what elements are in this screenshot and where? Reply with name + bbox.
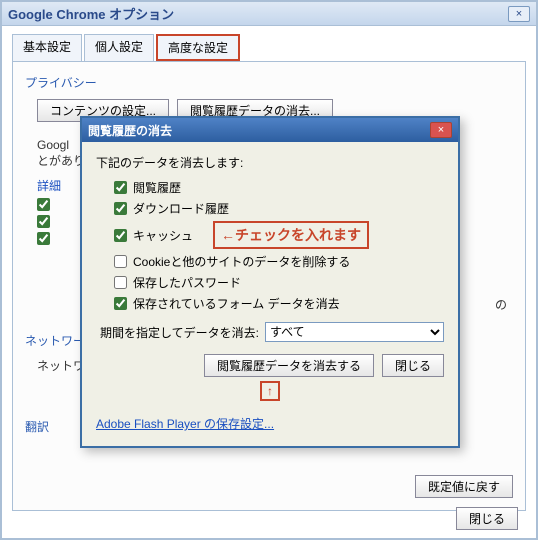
label-formdata: 保存されているフォーム データを消去	[133, 295, 340, 312]
label-cookies: Cookieと他のサイトのデータを削除する	[133, 253, 350, 270]
translate-section-title: 翻訳	[25, 418, 49, 435]
period-select[interactable]: すべて	[265, 322, 444, 342]
privacy-section-title: プライバシー	[25, 74, 513, 91]
tab-advanced[interactable]: 高度な設定	[156, 34, 240, 61]
window-titlebar: Google Chrome オプション ×	[2, 2, 536, 26]
cb-row-formdata: 保存されているフォーム データを消去	[114, 295, 444, 312]
label-history: 閲覧履歴	[133, 179, 181, 196]
checkbox-passwords[interactable]	[114, 276, 127, 289]
checkbox-history[interactable]	[114, 181, 127, 194]
annotation-check: ←チェックを入れます	[213, 221, 369, 249]
annotation-arrow: ↑	[260, 381, 280, 401]
dialog-titlebar: 閲覧履歴の消去 ×	[82, 118, 458, 142]
cb-row-history: 閲覧履歴	[114, 179, 444, 196]
tab-personal[interactable]: 個人設定	[84, 34, 154, 61]
period-row: 期間を指定してデータを消去: すべて	[100, 322, 444, 342]
checkbox-cookies[interactable]	[114, 255, 127, 268]
clear-browsing-dialog: 閲覧履歴の消去 × 下記のデータを消去します: 閲覧履歴 ダウンロード履歴 キャ…	[80, 116, 460, 448]
reset-default-button[interactable]: 既定値に戻す	[415, 475, 513, 498]
bg-cb-2[interactable]	[37, 215, 50, 228]
label-downloads: ダウンロード履歴	[133, 200, 229, 217]
checkbox-cache[interactable]	[114, 229, 127, 242]
window-title: Google Chrome オプション	[8, 4, 508, 23]
dialog-instruction: 下記のデータを消去します:	[96, 154, 444, 171]
dialog-close-button[interactable]: 閉じる	[382, 354, 444, 377]
tabs-strip: 基本設定 個人設定 高度な設定	[2, 26, 536, 61]
dialog-title: 閲覧履歴の消去	[88, 122, 430, 139]
options-window: Google Chrome オプション × 基本設定 個人設定 高度な設定 プラ…	[0, 0, 538, 540]
label-cache: キャッシュ	[133, 227, 193, 244]
dialog-close-x[interactable]: ×	[430, 122, 452, 138]
cb-row-passwords: 保存したパスワード	[114, 274, 444, 291]
cb-row-cache: キャッシュ ←チェックを入れます	[114, 221, 444, 249]
window-close-button[interactable]: ×	[508, 6, 530, 22]
checkbox-formdata[interactable]	[114, 297, 127, 310]
label-passwords: 保存したパスワード	[133, 274, 241, 291]
period-label: 期間を指定してデータを消去:	[100, 324, 259, 341]
cb-row-cookies: Cookieと他のサイトのデータを削除する	[114, 253, 444, 270]
tab-basic[interactable]: 基本設定	[12, 34, 82, 61]
flash-player-link[interactable]: Adobe Flash Player の保存設定...	[96, 415, 274, 432]
bg-cb-1[interactable]	[37, 198, 50, 211]
partial-text-no: の	[495, 296, 507, 313]
cb-row-downloads: ダウンロード履歴	[114, 200, 444, 217]
main-close-button[interactable]: 閉じる	[456, 507, 518, 530]
checkbox-downloads[interactable]	[114, 202, 127, 215]
dialog-body: 下記のデータを消去します: 閲覧履歴 ダウンロード履歴 キャッシュ ←チェックを…	[82, 142, 458, 446]
dialog-buttons: 閲覧履歴データを消去する 閉じる	[96, 354, 444, 377]
bg-cb-3[interactable]	[37, 232, 50, 245]
clear-data-button[interactable]: 閲覧履歴データを消去する	[204, 354, 374, 377]
